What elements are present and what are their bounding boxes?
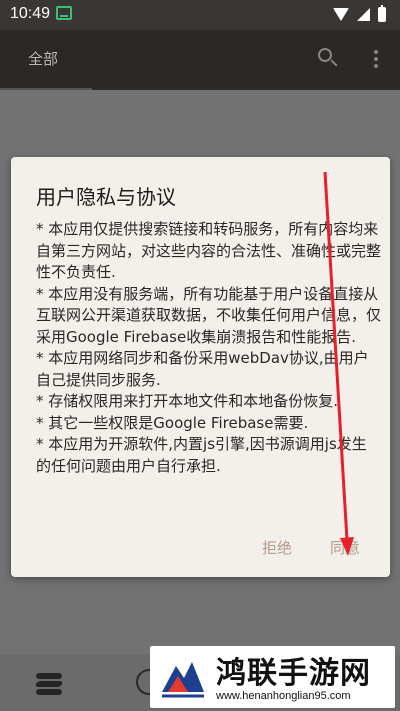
watermark: 鸿联手游网 www.henanhonglian95.com xyxy=(150,646,395,708)
dialog-paragraph: * 其它一些权限是Google Firebase需要. xyxy=(36,413,309,432)
dialog-body: * 本应用仅提供搜索链接和转码服务，所有内容均来自第三方网站，对这些内容的合法性… xyxy=(36,219,381,477)
app-bar: 全部 xyxy=(0,30,400,90)
watermark-title: 鸿联手游网 xyxy=(216,656,371,691)
status-icons xyxy=(333,5,386,22)
battery-icon xyxy=(378,5,386,22)
dialog-paragraph: * 本应用没有服务端，所有功能基于用户设备直接从互联网公开渠道获取数据，不收集任… xyxy=(36,284,382,346)
signal-icon xyxy=(357,8,370,21)
wifi-icon xyxy=(333,8,349,21)
dialog-paragraph: * 存储权限用来打开本地文件和本地备份恢复. xyxy=(36,392,339,410)
more-options-icon[interactable] xyxy=(374,50,378,68)
watermark-url: www.henanhonglian95.com xyxy=(216,690,351,702)
search-icon[interactable] xyxy=(318,48,338,68)
privacy-dialog: 用户隐私与协议 * 本应用仅提供搜索链接和转码服务，所有内容均来自第三方网站，对… xyxy=(11,157,390,577)
watermark-logo-icon xyxy=(158,652,208,702)
dialog-paragraph: * 本应用网络同步和备份采用webDav协议,由用户自己提供同步服务. xyxy=(36,349,369,389)
dialog-actions: 拒绝 同意 xyxy=(262,537,360,558)
status-bar: 10:49 xyxy=(0,0,400,30)
dialog-paragraph: * 本应用仅提供搜索链接和转码服务，所有内容均来自第三方网站，对这些内容的合法性… xyxy=(36,220,382,281)
bookshelf-icon[interactable] xyxy=(34,673,64,695)
status-time: 10:49 xyxy=(10,5,51,22)
notification-icon xyxy=(56,6,72,20)
dialog-title: 用户隐私与协议 xyxy=(36,185,176,209)
tab-all[interactable]: 全部 xyxy=(28,48,58,69)
reject-button[interactable]: 拒绝 xyxy=(262,537,292,558)
agree-button[interactable]: 同意 xyxy=(330,537,360,558)
dialog-paragraph: * 本应用为开源软件,内置js引擎,因书源调用js发生的任何问题由用户自行承担. xyxy=(36,435,367,475)
tab-indicator xyxy=(0,88,92,90)
